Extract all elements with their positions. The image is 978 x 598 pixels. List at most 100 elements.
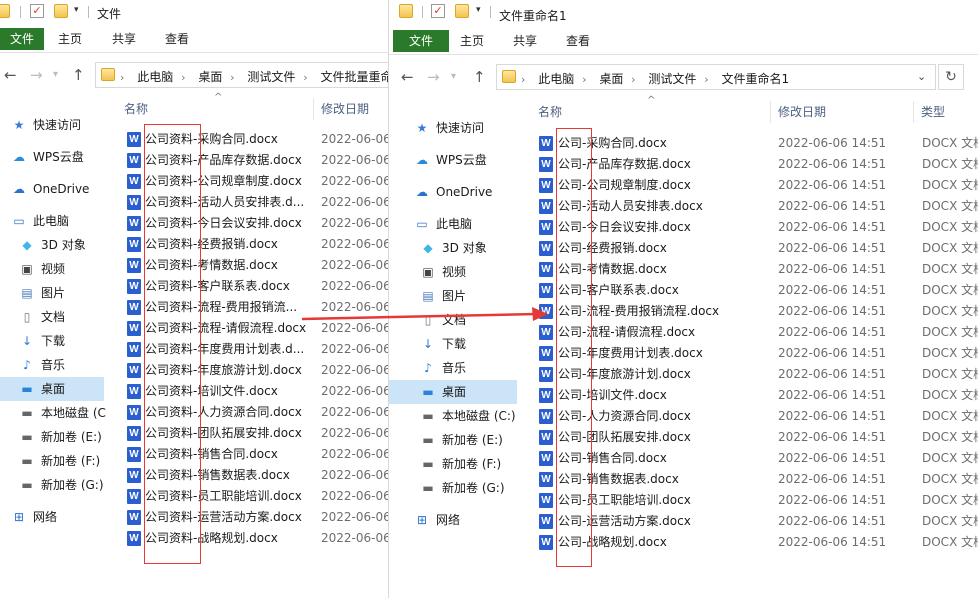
file-modified-date: 2022-06-06	[321, 258, 388, 272]
customize-toolbar-icon[interactable]: ▾	[74, 5, 79, 15]
column-header-type[interactable]: 类型	[921, 101, 945, 123]
file-modified-date: 2022-06-06	[321, 174, 388, 188]
file-row[interactable]: W公司-运营活动方案.docx2022-06-06 14:51DOCX 文档	[389, 511, 978, 532]
column-header-date[interactable]: 修改日期	[778, 101, 826, 123]
chevron-right-icon: ›	[303, 71, 308, 84]
word-document-icon: W	[539, 304, 553, 319]
file-type: DOCX 文档	[922, 514, 978, 528]
navigation-bar: ← → ▾ ↑ › 此电脑 › 桌面 › 测试文件 › 文件重命名1 ⌄ ↻	[389, 62, 978, 92]
breadcrumb-item[interactable]: 桌面	[198, 70, 222, 84]
chevron-right-icon: ›	[230, 71, 235, 84]
forward-icon[interactable]: →	[30, 66, 43, 84]
breadcrumb-item[interactable]: 文件批量重命	[320, 70, 388, 84]
breadcrumb-item[interactable]: 测试文件	[247, 70, 295, 84]
tab-file[interactable]: 文件	[0, 28, 44, 50]
chevron-down-icon[interactable]: ⌄	[917, 70, 926, 83]
column-divider[interactable]	[313, 98, 314, 120]
file-row[interactable]: W公司-考情数据.docx2022-06-06 14:51DOCX 文档	[389, 259, 978, 280]
tab-home[interactable]: 主页	[452, 30, 492, 52]
up-icon[interactable]: ↑	[72, 66, 85, 84]
file-type: DOCX 文档	[922, 220, 978, 234]
file-row[interactable]: W公司-经费报销.docx2022-06-06 14:51DOCX 文档	[389, 238, 978, 259]
file-modified-date: 2022-06-06	[321, 363, 388, 377]
properties-icon[interactable]: ✓	[431, 4, 445, 18]
file-modified-date: 2022-06-06	[321, 426, 388, 440]
file-row[interactable]: W公司-公司规章制度.docx2022-06-06 14:51DOCX 文档	[389, 175, 978, 196]
file-modified-date: 2022-06-06	[321, 342, 388, 356]
breadcrumb-item[interactable]: 此电脑	[538, 72, 574, 86]
properties-icon[interactable]: ✓	[30, 4, 44, 18]
file-row[interactable]: W公司-人力资源合同.docx2022-06-06 14:51DOCX 文档	[389, 406, 978, 427]
tab-home[interactable]: 主页	[50, 28, 90, 50]
file-type: DOCX 文档	[922, 283, 978, 297]
word-document-icon: W	[539, 493, 553, 508]
chevron-right-icon: ›	[181, 71, 186, 84]
chevron-right-icon: ›	[704, 73, 709, 86]
file-modified-date: 2022-06-06 14:51	[778, 367, 887, 381]
new-folder-icon[interactable]	[54, 4, 68, 18]
file-modified-date: 2022-06-06	[321, 300, 388, 314]
column-header-name[interactable]: 名称	[124, 98, 148, 120]
file-row[interactable]: W公司-流程-请假流程.docx2022-06-06 14:51DOCX 文档	[389, 322, 978, 343]
file-type: DOCX 文档	[922, 472, 978, 486]
breadcrumb-item[interactable]: 测试文件	[648, 72, 696, 86]
sort-ascending-icon: ^	[647, 95, 656, 106]
file-type: DOCX 文档	[922, 346, 978, 360]
file-row[interactable]: W公司-销售数据表.docx2022-06-06 14:51DOCX 文档	[389, 469, 978, 490]
word-document-icon: W	[127, 237, 141, 252]
word-document-icon: W	[127, 279, 141, 294]
file-modified-date: 2022-06-06 14:51	[778, 262, 887, 276]
file-type: DOCX 文档	[922, 535, 978, 549]
new-folder-icon[interactable]	[455, 4, 469, 18]
file-type: DOCX 文档	[922, 409, 978, 423]
word-document-icon: W	[127, 321, 141, 336]
file-row[interactable]: W公司-年度旅游计划.docx2022-06-06 14:51DOCX 文档	[389, 364, 978, 385]
file-row[interactable]: W公司-客户联系表.docx2022-06-06 14:51DOCX 文档	[389, 280, 978, 301]
column-divider[interactable]	[913, 101, 914, 123]
tab-file[interactable]: 文件	[393, 30, 449, 52]
file-row[interactable]: W公司-团队拓展安排.docx2022-06-06 14:51DOCX 文档	[389, 427, 978, 448]
file-row[interactable]: W公司-活动人员安排表.docx2022-06-06 14:51DOCX 文档	[389, 196, 978, 217]
column-divider[interactable]	[770, 101, 771, 123]
tab-share[interactable]: 共享	[104, 28, 144, 50]
breadcrumb-item[interactable]: 桌面	[599, 72, 623, 86]
divider	[88, 6, 89, 18]
tab-share[interactable]: 共享	[505, 30, 545, 52]
file-row[interactable]: W公司-年度费用计划表.docx2022-06-06 14:51DOCX 文档	[389, 343, 978, 364]
file-row[interactable]: W公司-产品库存数据.docx2022-06-06 14:51DOCX 文档	[389, 154, 978, 175]
address-bar[interactable]: › 此电脑 › 桌面 › 测试文件 › 文件重命名1 ⌄	[496, 64, 936, 90]
tab-view[interactable]: 查看	[558, 30, 598, 52]
file-row[interactable]: W公司-培训文件.docx2022-06-06 14:51DOCX 文档	[389, 385, 978, 406]
refresh-icon[interactable]: ↻	[938, 64, 964, 90]
file-row[interactable]: W公司-采购合同.docx2022-06-06 14:51DOCX 文档	[389, 133, 978, 154]
tab-view[interactable]: 查看	[157, 28, 197, 50]
file-modified-date: 2022-06-06	[321, 510, 388, 524]
file-row[interactable]: W公司-销售合同.docx2022-06-06 14:51DOCX 文档	[389, 448, 978, 469]
recent-locations-icon[interactable]: ▾	[53, 66, 58, 84]
file-row[interactable]: W公司-今日会议安排.docx2022-06-06 14:51DOCX 文档	[389, 217, 978, 238]
file-modified-date: 2022-06-06 14:51	[778, 283, 887, 297]
file-modified-date: 2022-06-06	[321, 132, 388, 146]
recent-locations-icon[interactable]: ▾	[451, 68, 456, 86]
up-icon[interactable]: ↑	[473, 68, 486, 86]
chevron-right-icon: ›	[631, 73, 636, 86]
address-bar[interactable]: › 此电脑 › 桌面 › 测试文件 › 文件批量重命	[95, 62, 388, 88]
back-icon[interactable]: ←	[4, 66, 17, 84]
word-document-icon: W	[539, 178, 553, 193]
breadcrumb-item[interactable]: 此电脑	[137, 70, 173, 84]
back-icon[interactable]: ←	[401, 68, 414, 86]
breadcrumb-item[interactable]: 文件重命名1	[721, 72, 789, 86]
word-document-icon: W	[127, 258, 141, 273]
customize-toolbar-icon[interactable]: ▾	[476, 5, 481, 15]
forward-icon[interactable]: →	[427, 68, 440, 86]
chevron-right-icon: ›	[120, 71, 125, 84]
file-row[interactable]: W公司-战略规划.docx2022-06-06 14:51DOCX 文档	[389, 532, 978, 553]
column-header-name[interactable]: 名称	[538, 101, 562, 123]
file-modified-date: 2022-06-06 14:51	[778, 388, 887, 402]
file-modified-date: 2022-06-06	[321, 153, 388, 167]
file-row[interactable]: W 公司-流程-费用报销流程.docx 2022-06-06 14:51 DOCX 文…	[389, 301, 978, 322]
word-document-icon: W	[127, 405, 141, 420]
folder-icon	[101, 68, 115, 81]
file-row[interactable]: W公司-员工职能培训.docx2022-06-06 14:51DOCX 文档	[389, 490, 978, 511]
column-header-date[interactable]: 修改日期	[321, 98, 369, 120]
